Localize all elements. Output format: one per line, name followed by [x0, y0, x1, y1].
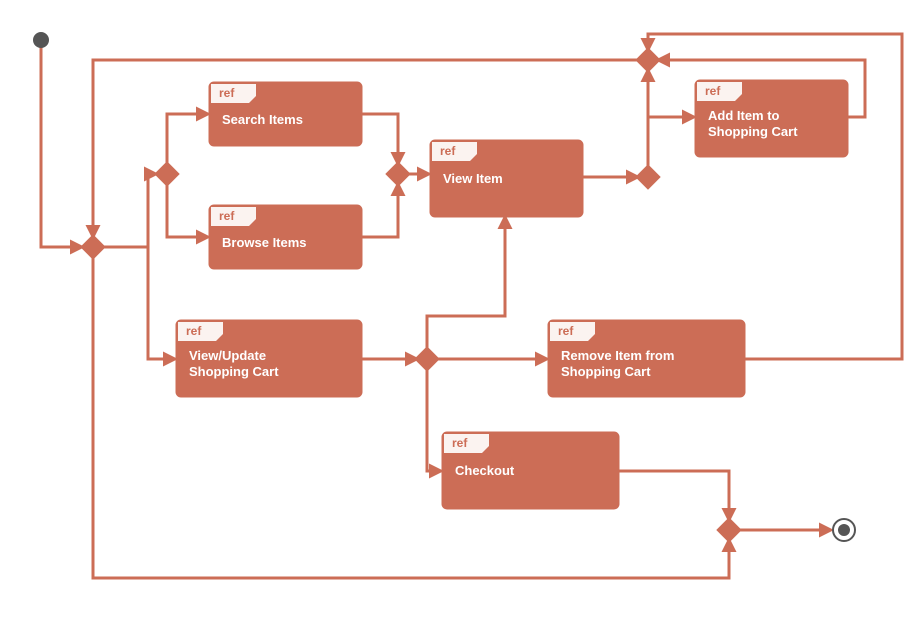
ref-tag: ref: [440, 144, 456, 158]
decision-d4: [635, 164, 660, 189]
ref-add-item: ref Add Item to Shopping Cart: [695, 80, 848, 157]
edge-init-d1: [41, 45, 82, 247]
ref-label-line2: Shopping Cart: [189, 364, 279, 379]
ref-tag: ref: [219, 209, 235, 223]
activity-diagram: ref Search Items ref Browse Items ref Vi…: [0, 0, 923, 618]
ref-label: Search Items: [222, 112, 303, 127]
edge-d1-d2: [104, 174, 156, 247]
ref-tag: ref: [705, 84, 721, 98]
ref-label: Checkout: [455, 463, 515, 478]
edge-d1-d7: [93, 257, 729, 578]
edge-d2-search: [167, 114, 208, 164]
ref-tag: ref: [219, 86, 235, 100]
decision-d7: [716, 517, 741, 542]
ref-checkout: ref Checkout: [442, 432, 619, 509]
ref-label-line2: Shopping Cart: [561, 364, 651, 379]
ref-browse-items: ref Browse Items: [209, 205, 362, 269]
edge-search-d3: [362, 114, 398, 164]
ref-remove-item: ref Remove Item from Shopping Cart: [548, 320, 745, 397]
edge-browse-d3: [362, 184, 398, 237]
ref-tag: ref: [452, 436, 468, 450]
edge-d6-viewitem: [427, 217, 505, 349]
decision-d5: [635, 47, 660, 72]
ref-view-item: ref View Item: [430, 140, 583, 217]
ref-label: View Item: [443, 171, 503, 186]
ref-label-line2: Shopping Cart: [708, 124, 798, 139]
decision-d6: [414, 346, 439, 371]
initial-node: [33, 32, 49, 48]
decision-d2: [154, 161, 179, 186]
ref-search-items: ref Search Items: [209, 82, 362, 146]
edge-d2-browse: [167, 184, 208, 237]
ref-tag: ref: [186, 324, 202, 338]
edge-d6-checkout: [427, 369, 441, 471]
ref-label-line1: Remove Item from: [561, 348, 674, 363]
edge-d4-add: [648, 117, 694, 167]
ref-label: Browse Items: [222, 235, 307, 250]
ref-label-line1: View/Update: [189, 348, 266, 363]
decision-d1: [80, 234, 105, 259]
ref-view-cart: ref View/Update Shopping Cart: [176, 320, 362, 397]
ref-tag: ref: [558, 324, 574, 338]
final-node: [833, 519, 855, 541]
ref-label-line1: Add Item to: [708, 108, 780, 123]
decision-d3: [385, 161, 410, 186]
edge-d1-viewcart: [104, 247, 175, 359]
edge-checkout-d7: [619, 471, 729, 520]
